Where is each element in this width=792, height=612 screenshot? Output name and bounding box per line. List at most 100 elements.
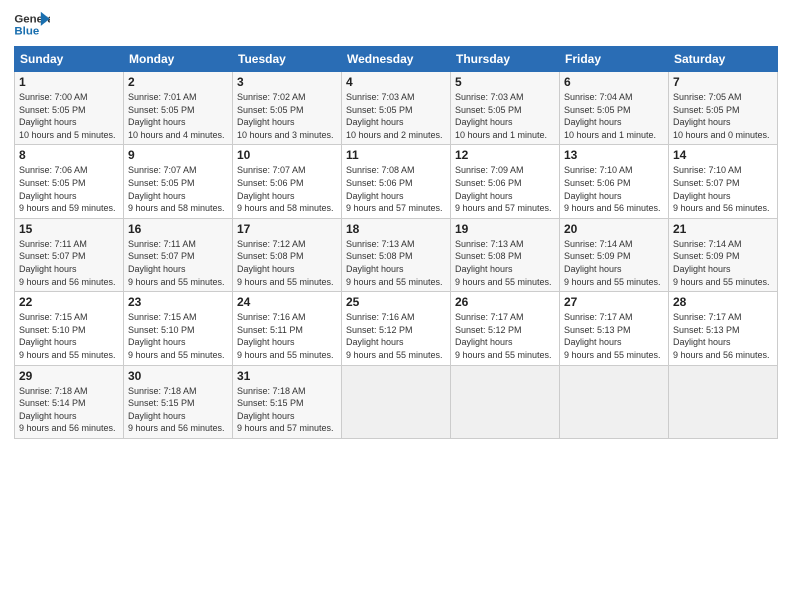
day-number: 10 [237, 148, 337, 162]
day-number: 12 [455, 148, 555, 162]
svg-text:Blue: Blue [14, 26, 39, 38]
day-number: 15 [19, 222, 119, 236]
calendar-cell: 16Sunrise: 7:11 AMSunset: 5:07 PMDayligh… [124, 218, 233, 291]
day-info: Sunrise: 7:03 AMSunset: 5:05 PMDaylight … [346, 91, 446, 141]
day-number: 26 [455, 295, 555, 309]
calendar: SundayMondayTuesdayWednesdayThursdayFrid… [14, 46, 778, 439]
weekday-header-friday: Friday [560, 47, 669, 72]
calendar-cell: 18Sunrise: 7:13 AMSunset: 5:08 PMDayligh… [342, 218, 451, 291]
day-info: Sunrise: 7:02 AMSunset: 5:05 PMDaylight … [237, 91, 337, 141]
calendar-cell: 19 Sunrise: 7:13 AMSunset: 5:08 PMDayligh… [451, 218, 560, 291]
calendar-cell: 7 Sunrise: 7:05 AMSunset: 5:05 PMDaylight… [669, 72, 778, 145]
calendar-cell: 10 Sunrise: 7:07 AMSunset: 5:06 PMDayligh… [233, 145, 342, 218]
weekday-header-wednesday: Wednesday [342, 47, 451, 72]
calendar-cell [560, 365, 669, 438]
calendar-cell: 27 Sunrise: 7:17 AMSunset: 5:13 PMDayligh… [560, 292, 669, 365]
calendar-cell: 4 Sunrise: 7:03 AMSunset: 5:05 PMDaylight… [342, 72, 451, 145]
calendar-cell: 23Sunrise: 7:15 AMSunset: 5:10 PMDayligh… [124, 292, 233, 365]
day-info: Sunrise: 7:15 AMSunset: 5:10 PMDaylight … [19, 311, 119, 361]
day-number: 14 [673, 148, 773, 162]
calendar-cell: 21Sunrise: 7:14 AMSunset: 5:09 PMDayligh… [669, 218, 778, 291]
calendar-cell: 1 Sunrise: 7:00 AMSunset: 5:05 PMDaylight… [15, 72, 124, 145]
day-number: 2 [128, 75, 228, 89]
day-info: Sunrise: 7:13 AMSunset: 5:08 PMDaylight … [455, 238, 555, 288]
calendar-cell: 20 Sunrise: 7:14 AMSunset: 5:09 PMDayligh… [560, 218, 669, 291]
calendar-cell: 28 Sunrise: 7:17 AMSunset: 5:13 PMDayligh… [669, 292, 778, 365]
day-info: Sunrise: 7:11 AMSunset: 5:07 PMDaylight … [19, 238, 119, 288]
day-info: Sunrise: 7:03 AMSunset: 5:05 PMDaylight … [455, 91, 555, 141]
day-info: Sunrise: 7:00 AMSunset: 5:05 PMDaylight … [19, 91, 119, 141]
calendar-cell: 29 Sunrise: 7:18 AMSunset: 5:14 PMDayligh… [15, 365, 124, 438]
calendar-cell: 25 Sunrise: 7:16 AMSunset: 5:12 PMDayligh… [342, 292, 451, 365]
day-number: 4 [346, 75, 446, 89]
calendar-cell: 22 Sunrise: 7:15 AMSunset: 5:10 PMDayligh… [15, 292, 124, 365]
calendar-cell: 15 Sunrise: 7:11 AMSunset: 5:07 PMDayligh… [15, 218, 124, 291]
day-info: Sunrise: 7:09 AMSunset: 5:06 PMDaylight … [455, 164, 555, 214]
calendar-cell: 26 Sunrise: 7:17 AMSunset: 5:12 PMDayligh… [451, 292, 560, 365]
weekday-header-saturday: Saturday [669, 47, 778, 72]
day-info: Sunrise: 7:17 AMSunset: 5:12 PMDaylight … [455, 311, 555, 361]
weekday-header-tuesday: Tuesday [233, 47, 342, 72]
day-info: Sunrise: 7:16 AMSunset: 5:12 PMDaylight … [346, 311, 446, 361]
logo: General Blue [14, 10, 54, 40]
calendar-cell: 17Sunrise: 7:12 AMSunset: 5:08 PMDayligh… [233, 218, 342, 291]
day-info: Sunrise: 7:11 AMSunset: 5:07 PMDaylight … [128, 238, 228, 288]
calendar-cell [669, 365, 778, 438]
day-number: 6 [564, 75, 664, 89]
weekday-header-monday: Monday [124, 47, 233, 72]
day-info: Sunrise: 7:16 AMSunset: 5:11 PMDaylight … [237, 311, 337, 361]
day-number: 24 [237, 295, 337, 309]
day-number: 23 [128, 295, 228, 309]
calendar-cell: 2 Sunrise: 7:01 AMSunset: 5:05 PMDaylight… [124, 72, 233, 145]
day-number: 17 [237, 222, 337, 236]
calendar-cell: 5 Sunrise: 7:03 AMSunset: 5:05 PMDaylight… [451, 72, 560, 145]
day-number: 20 [564, 222, 664, 236]
page: General Blue SundayMondayTuesdayWednesda… [0, 0, 792, 612]
calendar-cell: 24 Sunrise: 7:16 AMSunset: 5:11 PMDayligh… [233, 292, 342, 365]
day-number: 31 [237, 369, 337, 383]
day-number: 13 [564, 148, 664, 162]
day-info: Sunrise: 7:07 AMSunset: 5:06 PMDaylight … [237, 164, 337, 214]
day-info: Sunrise: 7:01 AMSunset: 5:05 PMDaylight … [128, 91, 228, 141]
calendar-cell [451, 365, 560, 438]
calendar-cell: 11 Sunrise: 7:08 AMSunset: 5:06 PMDayligh… [342, 145, 451, 218]
day-number: 30 [128, 369, 228, 383]
calendar-cell: 6 Sunrise: 7:04 AMSunset: 5:05 PMDaylight… [560, 72, 669, 145]
calendar-cell: 3 Sunrise: 7:02 AMSunset: 5:05 PMDaylight… [233, 72, 342, 145]
day-info: Sunrise: 7:14 AMSunset: 5:09 PMDaylight … [673, 238, 773, 288]
logo-icon: General Blue [14, 10, 50, 40]
day-number: 22 [19, 295, 119, 309]
day-info: Sunrise: 7:18 AMSunset: 5:14 PMDaylight … [19, 385, 119, 435]
day-info: Sunrise: 7:18 AMSunset: 5:15 PMDaylight … [128, 385, 228, 435]
day-number: 19 [455, 222, 555, 236]
day-number: 11 [346, 148, 446, 162]
calendar-cell: 9 Sunrise: 7:07 AMSunset: 5:05 PMDaylight… [124, 145, 233, 218]
calendar-cell: 13 Sunrise: 7:10 AMSunset: 5:06 PMDayligh… [560, 145, 669, 218]
day-info: Sunrise: 7:17 AMSunset: 5:13 PMDaylight … [564, 311, 664, 361]
day-info: Sunrise: 7:06 AMSunset: 5:05 PMDaylight … [19, 164, 119, 214]
day-number: 5 [455, 75, 555, 89]
day-number: 8 [19, 148, 119, 162]
day-info: Sunrise: 7:04 AMSunset: 5:05 PMDaylight … [564, 91, 664, 141]
weekday-header-thursday: Thursday [451, 47, 560, 72]
day-number: 9 [128, 148, 228, 162]
day-info: Sunrise: 7:08 AMSunset: 5:06 PMDaylight … [346, 164, 446, 214]
day-number: 1 [19, 75, 119, 89]
day-number: 29 [19, 369, 119, 383]
day-info: Sunrise: 7:05 AMSunset: 5:05 PMDaylight … [673, 91, 773, 141]
day-number: 27 [564, 295, 664, 309]
day-number: 28 [673, 295, 773, 309]
calendar-cell: 14 Sunrise: 7:10 AMSunset: 5:07 PMDayligh… [669, 145, 778, 218]
day-info: Sunrise: 7:10 AMSunset: 5:06 PMDaylight … [564, 164, 664, 214]
day-info: Sunrise: 7:18 AMSunset: 5:15 PMDaylight … [237, 385, 337, 435]
calendar-cell: 12 Sunrise: 7:09 AMSunset: 5:06 PMDayligh… [451, 145, 560, 218]
day-info: Sunrise: 7:10 AMSunset: 5:07 PMDaylight … [673, 164, 773, 214]
day-number: 18 [346, 222, 446, 236]
day-number: 3 [237, 75, 337, 89]
day-info: Sunrise: 7:07 AMSunset: 5:05 PMDaylight … [128, 164, 228, 214]
day-info: Sunrise: 7:14 AMSunset: 5:09 PMDaylight … [564, 238, 664, 288]
day-info: Sunrise: 7:17 AMSunset: 5:13 PMDaylight … [673, 311, 773, 361]
calendar-cell: 8 Sunrise: 7:06 AMSunset: 5:05 PMDaylight… [15, 145, 124, 218]
day-number: 25 [346, 295, 446, 309]
day-number: 7 [673, 75, 773, 89]
